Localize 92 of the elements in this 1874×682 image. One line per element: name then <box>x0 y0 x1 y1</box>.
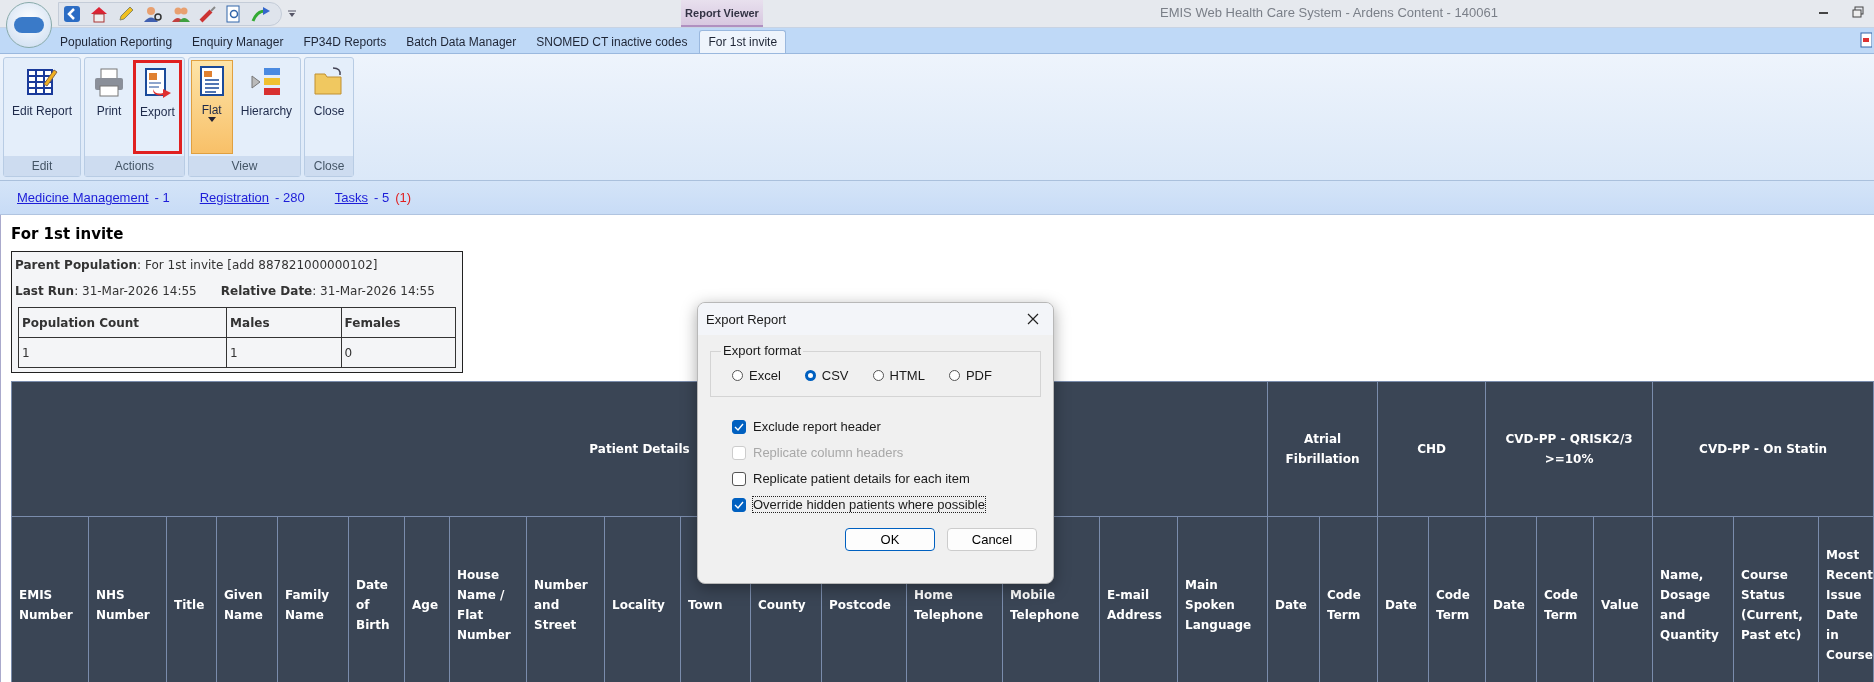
group-label: Edit <box>4 156 81 176</box>
ribbon-button[interactable]: Export <box>133 60 182 154</box>
checkbox-label: Override hidden patients where possible <box>753 497 985 512</box>
checkbox[interactable] <box>732 471 746 486</box>
radio-option[interactable]: PDF <box>948 368 992 383</box>
column-header: Given Name <box>216 516 278 682</box>
person-search-icon[interactable] <box>143 4 163 23</box>
ribbon-tab[interactable]: For 1st invite <box>699 30 787 53</box>
parent-population-text: Parent Population: For 1st invite [add 887821000000102] <box>15 257 379 274</box>
column-header: Population Count <box>18 307 227 338</box>
radio-option[interactable]: HTML <box>872 368 925 383</box>
close-icon[interactable] <box>1027 313 1039 325</box>
checkbox-label: Replicate patient details for each item <box>753 471 970 486</box>
column-header: Locality <box>604 516 681 682</box>
hierarchy-icon <box>250 66 283 98</box>
link[interactable]: Registration <box>199 190 270 205</box>
table-pencil-icon <box>26 66 58 98</box>
restore-icon[interactable] <box>1852 6 1864 18</box>
ribbon-button[interactable]: Flat <box>190 60 233 154</box>
report-title: For 1st invite <box>11 225 125 243</box>
checkbox-label: Exclude report header <box>753 419 881 434</box>
report-icon[interactable] <box>1860 32 1872 48</box>
caret-icon <box>207 117 216 122</box>
column-header: Date <box>1377 516 1429 682</box>
pencil-icon[interactable] <box>117 4 135 23</box>
column-header: Males <box>226 307 342 338</box>
column-header: Date <box>1267 516 1320 682</box>
contextual-tab-header: Report Viewer <box>681 0 763 27</box>
ribbon-button[interactable]: Close <box>307 60 352 154</box>
checkbox-label: Replicate column headers <box>753 445 904 460</box>
group-label: View <box>188 156 301 176</box>
count-text: - 5 <box>373 190 390 205</box>
column-header: Main Spoken Language <box>1177 516 1268 682</box>
table-cell: 0 <box>341 337 456 368</box>
link[interactable]: Medicine Management <box>17 190 149 205</box>
window-title: EMIS Web Health Care System - Ardens Content - 140061 <box>1160 5 1498 20</box>
table-cell: 1 <box>18 337 227 368</box>
column-header: NHS Number <box>88 516 167 682</box>
ribbon-tab[interactable]: Batch Data Manager <box>398 31 525 53</box>
printer-icon <box>93 66 126 98</box>
column-header: House Name / Flat Number <box>449 516 527 682</box>
home-icon[interactable] <box>89 4 109 23</box>
ribbon-tab[interactable]: FP34D Reports <box>295 31 395 53</box>
last-run-text: Last Run: 31-Mar-2026 14:55 <box>15 284 197 298</box>
column-header: Date <box>1485 516 1537 682</box>
column-header: Code Term <box>1319 516 1378 682</box>
ribbon-button[interactable]: Edit Report <box>6 60 79 154</box>
customize-caret-icon[interactable] <box>288 9 296 18</box>
relative-date-text: Relative Date: 31-Mar-2026 14:55 <box>220 284 435 298</box>
syringe-icon[interactable] <box>199 4 217 23</box>
column-header: Course Status (Current, Past etc) <box>1733 516 1819 682</box>
column-header: Age <box>404 516 450 682</box>
column-header: E-mail Address <box>1099 516 1178 682</box>
group-header: CVD-PP - On Statin <box>1652 381 1874 517</box>
column-header: Title <box>166 516 217 682</box>
dialog-title: Export Report <box>706 311 787 327</box>
ribbon-button[interactable]: Print <box>87 60 132 154</box>
count-text: - 280 <box>275 190 305 205</box>
group-header: CVD-PP - QRISK2/3 >=10% <box>1485 381 1653 517</box>
table-cell: 1 <box>226 337 342 368</box>
document-search-icon[interactable] <box>225 4 243 23</box>
ribbon-tab[interactable]: SNOMED CT inactive codes <box>528 31 696 53</box>
ribbon-button[interactable]: Hierarchy <box>234 60 299 154</box>
column-header: Most Recent Issue Date in Course <box>1818 516 1874 682</box>
group-label: Actions <box>85 156 184 176</box>
arrow-icon[interactable] <box>251 4 271 23</box>
app-logo[interactable] <box>6 2 52 48</box>
column-header: Number and Street <box>526 516 605 682</box>
column-header: Code Term <box>1536 516 1594 682</box>
column-header: Family Name <box>277 516 349 682</box>
checkbox[interactable] <box>732 497 746 512</box>
ribbon-tab[interactable]: Population Reporting <box>52 31 181 53</box>
alert-count: (1) <box>395 190 411 205</box>
group-header: CHD <box>1377 381 1486 517</box>
column-header: Date of Birth <box>348 516 405 682</box>
dialog-button[interactable]: OK <box>845 528 935 551</box>
column-header: Code Term <box>1428 516 1486 682</box>
dialog-button[interactable]: Cancel <box>947 528 1037 551</box>
column-header: EMIS Number <box>11 516 89 682</box>
group-header: Atrial Fibrillation <box>1267 381 1378 517</box>
back-icon[interactable] <box>63 4 81 23</box>
radio-option[interactable]: Excel <box>732 368 781 383</box>
link[interactable]: Tasks <box>334 190 368 205</box>
groupbox-label: Export format <box>721 343 804 358</box>
column-header: Value <box>1593 516 1653 682</box>
radio-option[interactable]: CSV <box>804 368 849 383</box>
ribbon-tab[interactable]: Enquiry Manager <box>184 31 292 53</box>
checkbox[interactable] <box>732 419 746 434</box>
column-header: Name, Dosage and Quantity <box>1652 516 1734 682</box>
count-text: - 1 <box>154 190 170 205</box>
column-header: Females <box>341 307 456 338</box>
group-label: Close <box>305 156 354 176</box>
